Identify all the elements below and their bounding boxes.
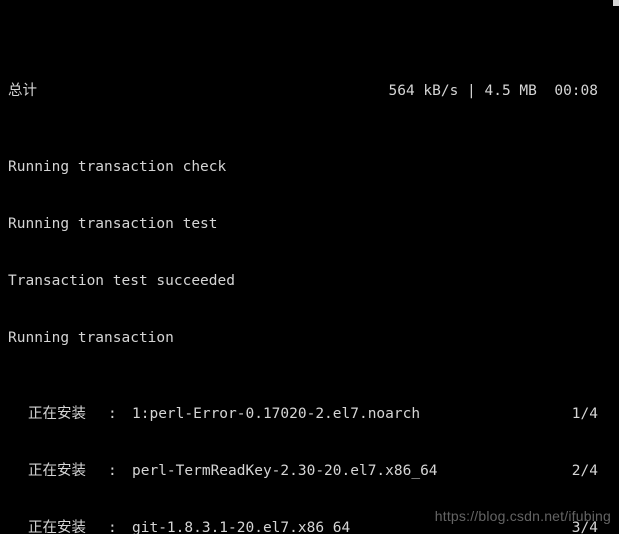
trans-stage: 正在安装 — [28, 519, 108, 534]
trans-stage: 正在安装 — [28, 405, 108, 424]
download-summary-row: 总计 564 kB/s | 4.5 MB 00:08 — [8, 82, 598, 101]
trans-pkg: perl-TermReadKey-2.30-20.el7.x86_64 — [132, 462, 558, 481]
trans-stage: 正在安装 — [28, 462, 108, 481]
scrollbar-corner — [613, 0, 619, 6]
terminal-output[interactable]: 总计 564 kB/s | 4.5 MB 00:08 Running trans… — [0, 0, 619, 534]
transaction-success: Transaction test succeeded — [8, 272, 611, 291]
download-stats: 564 kB/s | 4.5 MB 00:08 — [388, 82, 598, 101]
trans-row: 正在安装: perl-TermReadKey-2.30-20.el7.x86_6… — [8, 462, 598, 481]
trans-idx: 1/4 — [558, 405, 598, 424]
trans-pkg: 1:perl-Error-0.17020-2.el7.noarch — [132, 405, 558, 424]
transaction-running: Running transaction — [8, 329, 611, 348]
watermark-text: https://blog.csdn.net/ifubing — [435, 507, 611, 526]
transaction-test: Running transaction test — [8, 215, 611, 234]
total-label: 总计 — [8, 82, 37, 101]
trans-idx: 2/4 — [558, 462, 598, 481]
trans-row: 正在安装: 1:perl-Error-0.17020-2.el7.noarch1… — [8, 405, 598, 424]
transaction-check: Running transaction check — [8, 158, 611, 177]
